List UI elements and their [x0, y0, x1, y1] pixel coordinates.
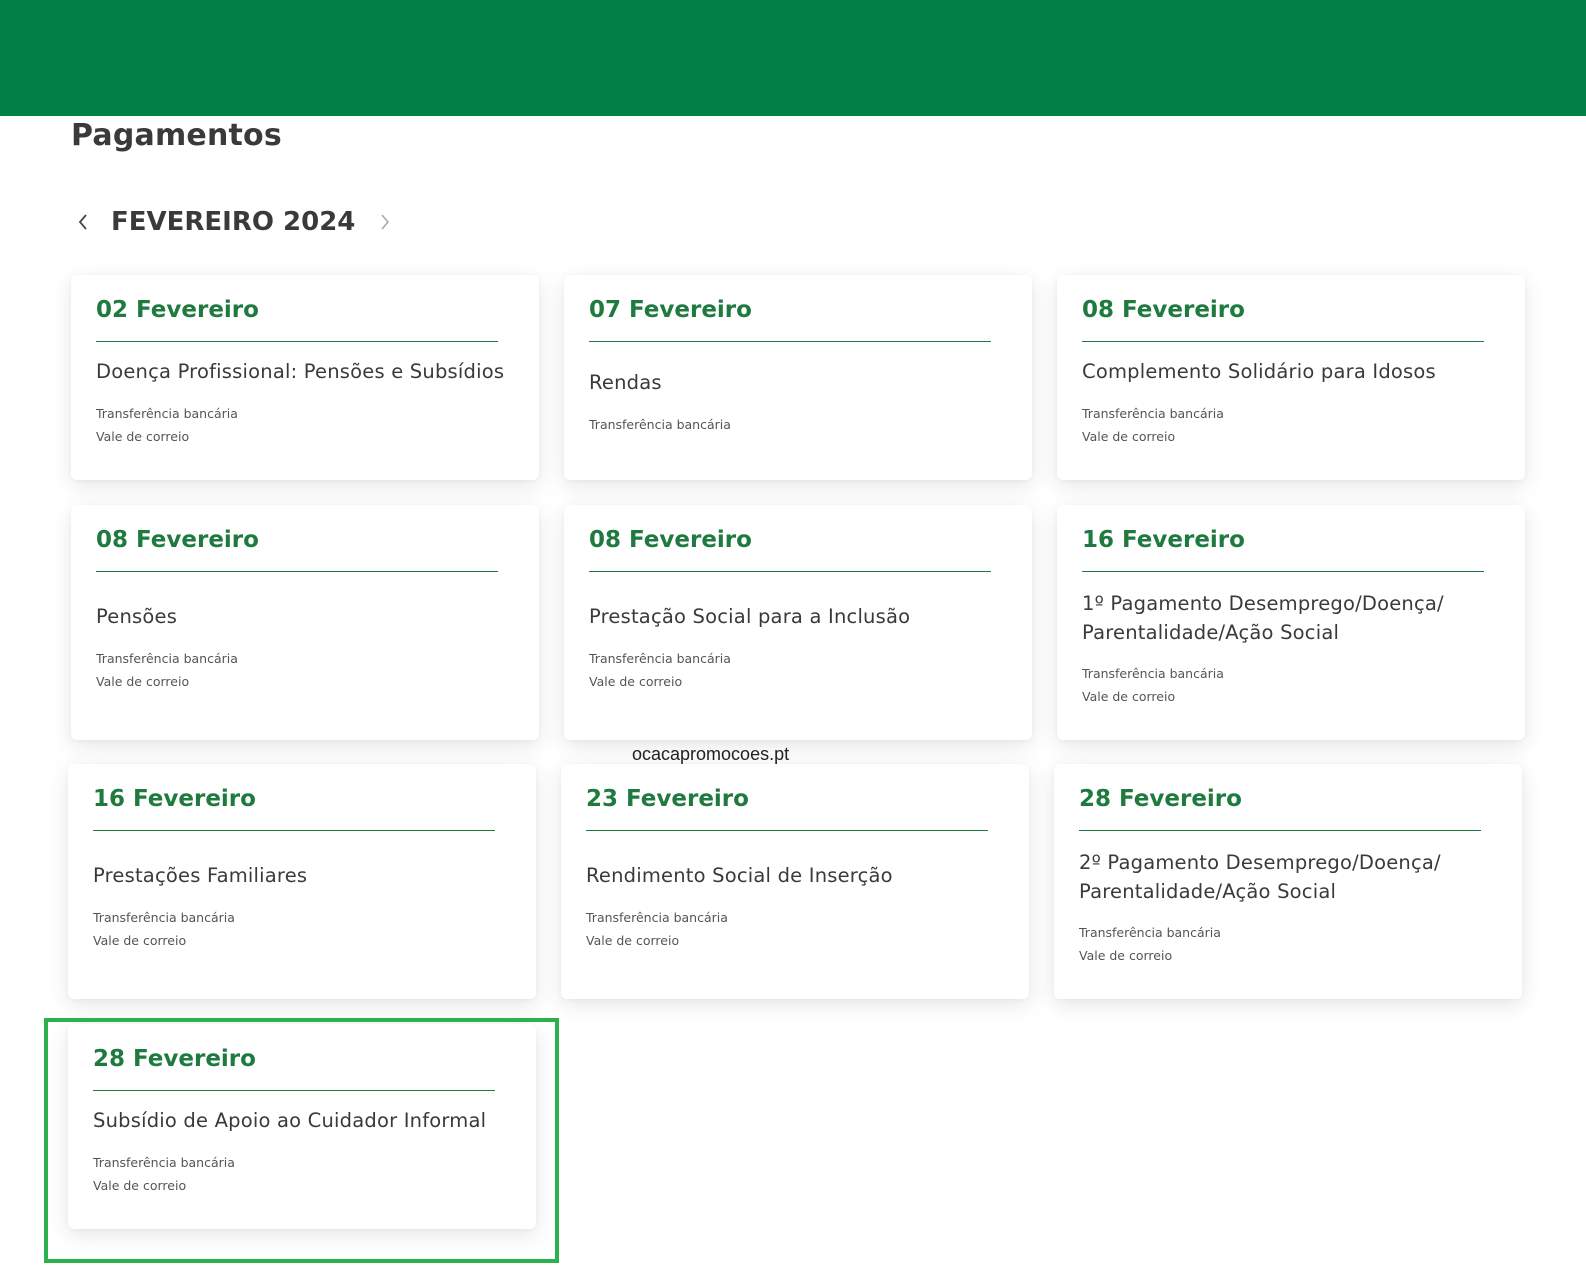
- payment-title: Rendimento Social de Inserção: [586, 864, 893, 887]
- header-bar: [0, 0, 1586, 116]
- divider: [586, 830, 988, 831]
- payment-title: 1º Pagamento Desemprego/Doença/ Parental…: [1082, 592, 1444, 644]
- payment-date: 08 Fevereiro: [96, 527, 259, 553]
- payment-title: Doença Profissional: Pensões e Subsídios: [96, 360, 505, 383]
- page-title: Pagamentos: [71, 118, 282, 153]
- payment-method: Vale de correio: [1082, 429, 1176, 444]
- payment-card[interactable]: 08 Fevereiro Prestação Social para a Inc…: [564, 505, 1032, 740]
- payment-card[interactable]: 28 Fevereiro 2º Pagamento Desemprego/Doe…: [1054, 764, 1522, 999]
- payment-method: Vale de correio: [96, 429, 190, 444]
- month-navigation: FEVEREIRO 2024: [71, 200, 397, 244]
- payment-card[interactable]: 02 Fevereiro Doença Profissional: Pensõe…: [71, 275, 539, 480]
- payment-title: Prestações Familiares: [93, 864, 308, 887]
- payment-method: Transferência bancária: [586, 910, 728, 925]
- payment-methods: Transferência bancária Vale de correio: [586, 906, 728, 952]
- payment-date: 08 Fevereiro: [1082, 297, 1245, 323]
- payment-date: 08 Fevereiro: [589, 527, 752, 553]
- payment-methods: Transferência bancária Vale de correio: [589, 647, 731, 693]
- payment-methods: Transferência bancária Vale de correio: [96, 647, 238, 693]
- payment-method: Transferência bancária: [1082, 406, 1224, 421]
- payment-method: Vale de correio: [96, 674, 190, 689]
- payment-methods: Transferência bancária Vale de correio: [93, 906, 235, 952]
- watermark-text: ocacapromocoes.pt: [632, 744, 790, 764]
- month-label: FEVEREIRO 2024: [111, 207, 356, 237]
- payment-date: 16 Fevereiro: [1082, 527, 1245, 553]
- payment-methods: Transferência bancária Vale de correio: [1082, 402, 1224, 448]
- payment-method: Vale de correio: [93, 933, 187, 948]
- payment-date: 07 Fevereiro: [589, 297, 752, 323]
- payment-method: Vale de correio: [589, 674, 683, 689]
- payment-title: Complemento Solidário para Idosos: [1082, 360, 1436, 383]
- payment-date: 16 Fevereiro: [93, 786, 256, 812]
- payment-method: Transferência bancária: [589, 651, 731, 666]
- payment-methods: Transferência bancária Vale de correio: [1079, 921, 1221, 967]
- payment-methods: Transferência bancária: [589, 413, 731, 436]
- payment-method: Transferência bancária: [96, 406, 238, 421]
- payment-title: Prestação Social para a Inclusão: [589, 605, 911, 628]
- payment-date: 28 Fevereiro: [1079, 786, 1242, 812]
- chevron-right-icon[interactable]: [373, 210, 397, 234]
- highlight-frame: [44, 1018, 559, 1263]
- payment-method: Vale de correio: [1082, 689, 1176, 704]
- payment-methods: Transferência bancária Vale de correio: [96, 402, 238, 448]
- divider: [1079, 830, 1481, 831]
- payment-card[interactable]: 16 Fevereiro 1º Pagamento Desemprego/Doe…: [1057, 505, 1525, 740]
- payment-card[interactable]: 08 Fevereiro Complemento Solidário para …: [1057, 275, 1525, 480]
- payment-method: Transferência bancária: [1079, 925, 1221, 940]
- payment-card[interactable]: 08 Fevereiro Pensões Transferência bancá…: [71, 505, 539, 740]
- payment-card[interactable]: 07 Fevereiro Rendas Transferência bancár…: [564, 275, 1032, 480]
- divider: [589, 341, 991, 342]
- payment-date: 02 Fevereiro: [96, 297, 259, 323]
- payment-method: Transferência bancária: [93, 910, 235, 925]
- divider: [96, 571, 498, 572]
- payment-title: Rendas: [589, 371, 662, 394]
- payment-card[interactable]: 23 Fevereiro Rendimento Social de Inserç…: [561, 764, 1029, 999]
- payment-date: 23 Fevereiro: [586, 786, 749, 812]
- payment-title: 2º Pagamento Desemprego/Doença/ Parental…: [1079, 851, 1441, 903]
- payment-method: Transferência bancária: [1082, 666, 1224, 681]
- divider: [93, 830, 495, 831]
- payment-card[interactable]: 16 Fevereiro Prestações Familiares Trans…: [68, 764, 536, 999]
- payment-method: Vale de correio: [1079, 948, 1173, 963]
- payment-method: Transferência bancária: [96, 651, 238, 666]
- divider: [589, 571, 991, 572]
- payment-method: Transferência bancária: [589, 417, 731, 432]
- payment-method: Vale de correio: [586, 933, 680, 948]
- divider: [1082, 341, 1484, 342]
- payment-title: Pensões: [96, 605, 178, 628]
- chevron-left-icon[interactable]: [71, 210, 95, 234]
- divider: [1082, 571, 1484, 572]
- divider: [96, 341, 498, 342]
- payment-methods: Transferência bancária Vale de correio: [1082, 662, 1224, 708]
